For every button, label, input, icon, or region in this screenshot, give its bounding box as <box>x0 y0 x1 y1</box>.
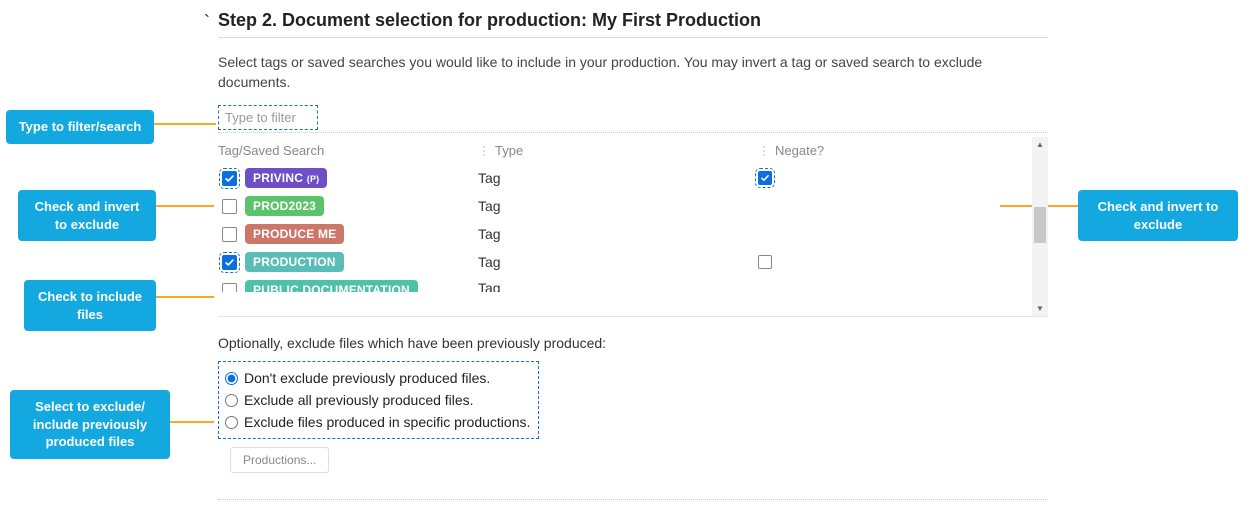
row-checkbox[interactable] <box>222 227 237 242</box>
grip-icon: ⋮ <box>758 144 770 158</box>
page-title: Step 2. Document selection for productio… <box>218 10 1048 31</box>
scrollbar[interactable]: ▲ ▼ <box>1032 137 1048 317</box>
row-type: Tag <box>478 170 758 186</box>
row-type: Tag <box>478 198 758 214</box>
row-checkbox[interactable] <box>222 255 237 270</box>
connector <box>170 421 214 423</box>
radio-label: Exclude files produced in specific produ… <box>244 414 530 430</box>
table-row: PRODUCE ME Tag <box>218 220 1048 248</box>
callout-invert-right: Check and invert to exclude <box>1078 190 1238 241</box>
table-row: PRIVINC (P) Tag <box>218 164 1048 192</box>
row-checkbox[interactable] <box>222 199 237 214</box>
radio-input[interactable] <box>225 372 238 385</box>
main-content: Step 2. Document selection for productio… <box>218 10 1048 500</box>
grip-icon: ⋮ <box>478 144 490 158</box>
description-text: Select tags or saved searches you would … <box>218 52 1048 93</box>
col-header-tag[interactable]: Tag/Saved Search <box>218 143 478 159</box>
callout-include: Check to include files <box>24 280 156 331</box>
col-header-type[interactable]: ⋮Type <box>478 143 758 159</box>
callout-exclude: Select to exclude/ include previously pr… <box>10 390 170 459</box>
row-type: Tag <box>478 280 758 292</box>
radio-input[interactable] <box>225 416 238 429</box>
scroll-up-icon[interactable]: ▲ <box>1032 137 1048 153</box>
productions-button[interactable]: Productions... <box>230 447 329 473</box>
tag-badge: PRIVINC (P) <box>245 168 327 188</box>
callout-filter: Type to filter/search <box>6 110 154 144</box>
row-type: Tag <box>478 226 758 242</box>
filter-input[interactable] <box>218 105 318 130</box>
table-row: PRODUCTION Tag <box>218 248 1048 276</box>
column-headers: Tag/Saved Search ⋮Type ⋮Negate? <box>218 137 1048 165</box>
scroll-down-icon[interactable]: ▼ <box>1032 300 1048 316</box>
connector <box>154 123 216 125</box>
dotted-line <box>218 499 1048 500</box>
table-row: PROD2023 Tag <box>218 192 1048 220</box>
radio-label: Don't exclude previously produced files. <box>244 370 490 386</box>
table-row: PUBLIC DOCUMENTATION Tag <box>218 276 1048 292</box>
exclude-radio-option[interactable]: Exclude files produced in specific produ… <box>225 411 530 433</box>
tag-badge: PRODUCE ME <box>245 224 344 244</box>
optional-exclude-text: Optionally, exclude files which have bee… <box>218 335 1048 351</box>
table-rows: PRIVINC (P)TagPROD2023TagPRODUCE METagPR… <box>218 164 1048 316</box>
dotted-line <box>218 132 1048 133</box>
exclude-radio-option[interactable]: Exclude all previously produced files. <box>225 389 530 411</box>
connector <box>156 205 214 207</box>
negate-checkbox[interactable] <box>758 255 772 269</box>
connector <box>156 296 214 298</box>
row-type: Tag <box>478 254 758 270</box>
radio-label: Exclude all previously produced files. <box>244 392 474 408</box>
tag-badge: PRODUCTION <box>245 252 344 272</box>
exclude-radio-group: Don't exclude previously produced files.… <box>218 361 539 439</box>
tag-badge: PUBLIC DOCUMENTATION <box>245 280 418 292</box>
col-header-negate[interactable]: ⋮Negate? <box>758 143 1048 159</box>
row-checkbox[interactable] <box>222 283 237 293</box>
callout-invert-left: Check and invert to exclude <box>18 190 156 241</box>
negate-checkbox[interactable] <box>758 171 772 185</box>
exclude-radio-option[interactable]: Don't exclude previously produced files. <box>225 367 530 389</box>
filter-wrap <box>218 105 1048 130</box>
row-checkbox[interactable] <box>222 171 237 186</box>
tag-badge: PROD2023 <box>245 196 324 216</box>
radio-input[interactable] <box>225 394 238 407</box>
tag-table: Tag/Saved Search ⋮Type ⋮Negate? PRIVINC … <box>218 137 1048 318</box>
divider <box>218 37 1048 38</box>
scroll-thumb[interactable] <box>1034 207 1046 243</box>
